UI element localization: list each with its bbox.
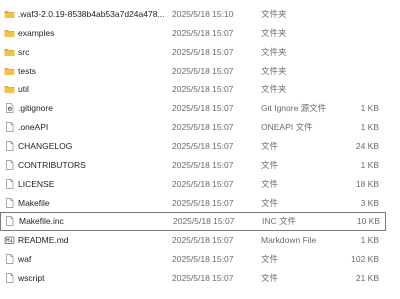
- file-modified-date: 2025/5/18 15:07: [172, 65, 234, 76]
- file-icon: [4, 141, 15, 151]
- file-name: Makefile.inc: [19, 216, 64, 227]
- file-icon: [4, 273, 15, 283]
- settings-file-icon: [4, 103, 15, 114]
- file-size: 1 KB: [360, 103, 379, 114]
- file-type: 文件: [261, 159, 279, 170]
- file-type: 文件夹: [261, 27, 287, 38]
- file-modified-date: 2025/5/18 15:07: [172, 235, 234, 246]
- file-size: 10 KB: [356, 216, 380, 227]
- file-row[interactable]: .waf3-2.0.19-8538b4ab53a7d24a478... 2025/…: [0, 5, 400, 24]
- file-name: waf: [18, 254, 32, 265]
- file-size: [335, 5, 379, 24]
- folder-icon: [4, 28, 15, 38]
- file-size: 1 KB: [360, 159, 379, 170]
- file-modified-date: 2025/5/18 15:07: [172, 46, 234, 57]
- file-row[interactable]: wscript 2025/5/18 15:07 文件 21 KB: [0, 269, 400, 288]
- file-type: 文件: [261, 272, 279, 283]
- file-modified-date: 2025/5/18 15:07: [172, 140, 234, 151]
- file-type: ONEAPI 文件: [261, 122, 313, 133]
- file-name: util: [18, 84, 29, 95]
- file-modified-date: 2025/5/18 15:07: [172, 27, 234, 38]
- file-name: src: [18, 46, 30, 57]
- file-row[interactable]: tests 2025/5/18 15:07 文件夹: [0, 62, 400, 81]
- file-size: [335, 24, 379, 43]
- file-name: examples: [18, 27, 55, 38]
- file-row[interactable]: CONTRIBUTORS 2025/5/18 15:07 文件 1 KB: [0, 156, 400, 175]
- file-type: 文件夹: [261, 9, 287, 19]
- file-row[interactable]: examples 2025/5/18 15:07 文件夹: [0, 24, 400, 43]
- file-modified-date: 2025/5/18 15:07: [172, 103, 234, 114]
- file-modified-date: 2025/5/18 15:07: [172, 122, 234, 133]
- file-name: tests: [18, 65, 36, 76]
- file-icon: [4, 178, 15, 189]
- folder-icon: [4, 66, 15, 76]
- file-name: README.md: [18, 235, 69, 246]
- file-icon: [4, 122, 15, 132]
- file-row[interactable]: CHANGELOG 2025/5/18 15:07 文件 24 KB: [0, 137, 400, 156]
- file-row[interactable]: LICENSE 2025/5/18 15:07 文件 18 KB: [0, 175, 400, 194]
- file-list: .waf3-2.0.19-8538b4ab53a7d24a478... 2025/…: [0, 0, 400, 299]
- file-modified-date: 2025/5/18 15:07: [172, 159, 234, 170]
- file-name: LICENSE: [18, 178, 55, 189]
- file-name: .gitignore: [18, 103, 53, 114]
- file-size: [335, 80, 379, 99]
- file-type: 文件: [261, 254, 279, 265]
- file-row[interactable]: util 2025/5/18 15:07 文件夹: [0, 80, 400, 99]
- file-row[interactable]: Makefile.inc 2025/5/18 15:07 INC 文件 10 KB: [0, 212, 386, 231]
- folder-icon: [4, 9, 15, 19]
- file-name: .oneAPI: [18, 122, 49, 133]
- file-name: wscript: [18, 272, 45, 283]
- folder-icon: [4, 47, 15, 57]
- file-modified-date: 2025/5/18 15:07: [172, 178, 234, 189]
- file-icon: [4, 197, 15, 208]
- file-icon: [4, 254, 15, 264]
- markdown-file-icon: [4, 235, 15, 245]
- file-row[interactable]: src 2025/5/18 15:07 文件夹: [0, 43, 400, 62]
- file-row[interactable]: Makefile 2025/5/18 15:07 文件 3 KB: [0, 194, 400, 213]
- file-size: 1 KB: [360, 235, 379, 246]
- file-size: [335, 62, 379, 81]
- file-modified-date: 2025/5/18 15:07: [172, 84, 234, 95]
- file-row[interactable]: waf 2025/5/18 15:07 文件 102 KB: [0, 250, 400, 269]
- file-modified-date: 2025/5/18 15:07: [172, 272, 234, 283]
- file-name: CONTRIBUTORS: [18, 159, 86, 170]
- file-type: 文件夹: [261, 84, 287, 95]
- file-size: 3 KB: [360, 197, 379, 208]
- file-size: 24 KB: [355, 140, 379, 151]
- file-modified-date: 2025/5/18 15:07: [172, 197, 234, 208]
- file-modified-date: 2025/5/18 15:07: [173, 216, 235, 227]
- folder-icon: [4, 84, 15, 94]
- file-row[interactable]: README.md 2025/5/18 15:07 Markdown File 1 K…: [0, 231, 400, 250]
- file-size: 21 KB: [355, 272, 379, 283]
- file-modified-date: 2025/5/18 15:07: [172, 254, 234, 265]
- file-type: Markdown File: [261, 235, 317, 246]
- file-type: 文件: [261, 197, 279, 208]
- file-type: INC 文件: [262, 216, 297, 227]
- file-icon: [4, 216, 15, 227]
- file-row[interactable]: .oneAPI 2025/5/18 15:07 ONEAPI 文件 1 KB: [0, 118, 400, 137]
- file-row[interactable]: .gitignore 2025/5/18 15:07 Git Ignore 源文件 1…: [0, 99, 400, 118]
- file-type: 文件夹: [261, 65, 287, 76]
- file-modified-date: 2025/5/18 15:10: [172, 9, 234, 19]
- file-size: 102 KB: [351, 254, 379, 265]
- file-type: 文件: [261, 140, 279, 151]
- file-type: 文件: [261, 178, 279, 189]
- file-icon: [4, 159, 15, 170]
- file-name: Makefile: [18, 197, 50, 208]
- file-size: [335, 43, 379, 62]
- file-type: Git Ignore 源文件: [261, 103, 327, 114]
- file-type: 文件夹: [261, 46, 287, 57]
- file-name: CHANGELOG: [18, 140, 73, 151]
- file-size: 18 KB: [355, 178, 379, 189]
- file-name: .waf3-2.0.19-8538b4ab53a7d24a478...: [18, 9, 164, 19]
- file-size: 1 KB: [360, 122, 379, 133]
